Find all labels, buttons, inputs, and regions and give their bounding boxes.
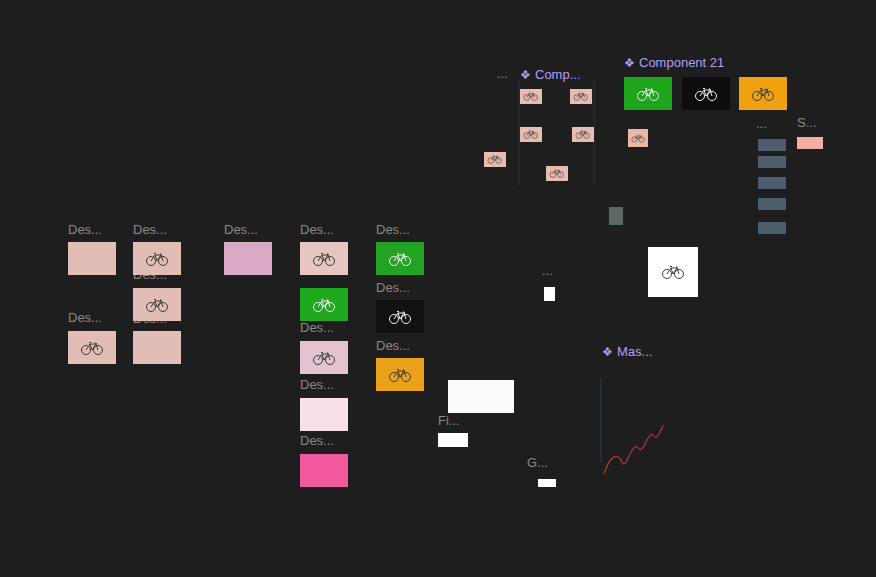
design-frame[interactable] <box>68 331 116 364</box>
bicycle-icon <box>523 129 538 140</box>
figma-canvas[interactable]: Des... Des... Des... Des... Des... Des... Des.… <box>0 0 876 577</box>
component-icon: ❖ <box>602 344 613 360</box>
design-frame[interactable] <box>300 242 348 275</box>
frame-label[interactable]: Des... <box>224 222 258 238</box>
bicycle-icon <box>694 85 718 103</box>
design-frame[interactable] <box>300 454 348 487</box>
frame-label[interactable]: Des... <box>300 222 334 238</box>
bicycle-icon <box>145 296 169 314</box>
bicycle-icon <box>145 250 169 268</box>
design-frame[interactable] <box>758 198 786 210</box>
design-frame[interactable] <box>572 127 594 142</box>
frame-label[interactable]: Des... <box>68 222 102 238</box>
frame-label[interactable]: ... <box>756 116 767 132</box>
design-frame[interactable] <box>758 177 786 189</box>
design-frame[interactable] <box>133 242 181 275</box>
frame-label[interactable]: G... <box>527 455 548 471</box>
design-frame[interactable] <box>624 77 672 110</box>
design-frame[interactable] <box>739 77 787 110</box>
design-frame[interactable] <box>376 242 424 275</box>
design-frame[interactable] <box>224 242 272 275</box>
design-frame[interactable] <box>520 127 542 142</box>
design-frame[interactable] <box>438 433 468 447</box>
frame-label[interactable]: Des... <box>376 280 410 296</box>
design-frame[interactable] <box>68 242 116 275</box>
frame-label[interactable]: ... <box>497 66 508 82</box>
frame-label[interactable]: Des... <box>376 338 410 354</box>
frame-label[interactable]: Fi... <box>438 413 460 429</box>
bicycle-icon <box>312 250 336 268</box>
bicycle-icon <box>549 168 564 179</box>
frame-label[interactable]: ❖Comp... <box>520 67 581 83</box>
bicycle-icon <box>661 263 685 281</box>
design-frame[interactable] <box>544 287 555 301</box>
bicycle-icon <box>575 129 590 140</box>
design-frame[interactable] <box>758 222 786 234</box>
bicycle-icon <box>312 296 336 314</box>
frame-label[interactable]: Des... <box>376 222 410 238</box>
design-frame[interactable] <box>609 207 623 225</box>
design-frame[interactable] <box>300 398 348 431</box>
frame-label[interactable]: S... <box>797 115 817 131</box>
design-frame[interactable] <box>628 129 648 147</box>
design-frame[interactable] <box>133 288 181 321</box>
design-frame[interactable] <box>484 152 506 167</box>
frame-label[interactable]: ... <box>542 263 553 279</box>
bicycle-icon <box>751 85 775 103</box>
frame-label[interactable]: Des... <box>300 320 334 336</box>
design-frame[interactable] <box>448 380 514 413</box>
design-frame[interactable] <box>682 77 730 110</box>
design-frame[interactable] <box>648 247 698 297</box>
bicycle-icon <box>523 91 538 102</box>
design-frame[interactable] <box>758 156 786 168</box>
bicycle-icon <box>631 132 645 145</box>
design-frame[interactable] <box>797 137 823 149</box>
bicycle-icon <box>312 349 336 367</box>
design-frame[interactable] <box>133 331 181 364</box>
design-frame[interactable] <box>300 288 348 321</box>
design-frame[interactable] <box>538 479 556 487</box>
bicycle-icon <box>388 250 412 268</box>
frame-label[interactable]: ❖Mas... <box>602 344 652 360</box>
design-frame[interactable] <box>570 89 592 104</box>
bicycle-icon <box>388 308 412 326</box>
bicycle-icon <box>487 154 502 165</box>
design-frame[interactable] <box>376 300 424 333</box>
component-icon: ❖ <box>624 55 635 71</box>
design-frame[interactable] <box>758 139 786 151</box>
bicycle-icon <box>573 91 588 102</box>
frame-label[interactable]: Des... <box>300 377 334 393</box>
design-frame[interactable] <box>546 166 568 181</box>
squiggle-vector[interactable] <box>604 426 664 474</box>
frame-label[interactable]: Des... <box>300 433 334 449</box>
bicycle-icon <box>388 366 412 384</box>
design-frame[interactable] <box>520 89 542 104</box>
design-frame[interactable] <box>300 341 348 374</box>
bicycle-icon <box>80 339 104 357</box>
frame-label[interactable]: ❖Component 21 <box>624 55 724 71</box>
frame-label[interactable]: Des... <box>133 222 167 238</box>
bicycle-icon <box>636 85 660 103</box>
frame-label[interactable]: Des... <box>68 310 102 326</box>
component-icon: ❖ <box>520 67 531 83</box>
design-frame[interactable] <box>376 358 424 391</box>
